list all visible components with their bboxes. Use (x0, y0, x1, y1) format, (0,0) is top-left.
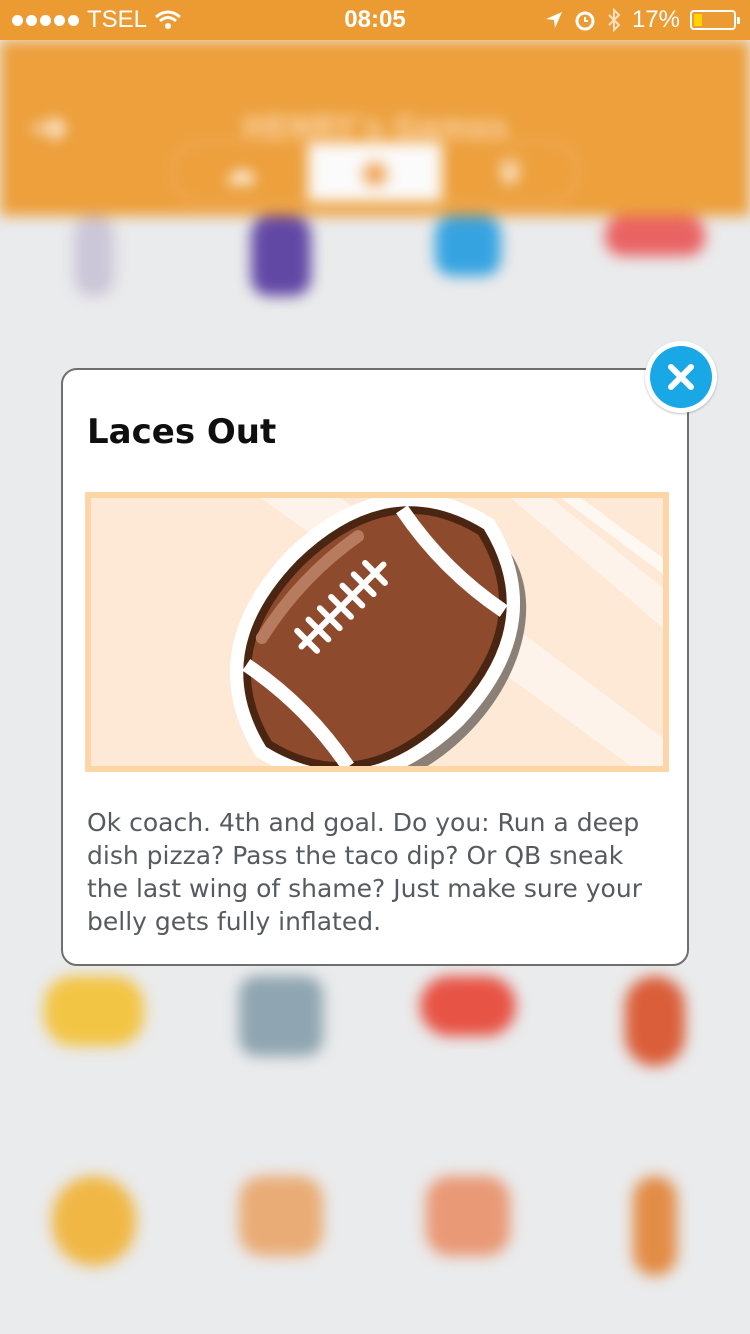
game-banner (85, 492, 669, 772)
battery-icon (690, 10, 740, 30)
bluetooth-icon (608, 8, 621, 32)
status-bar: TSEL 08:05 17% (0, 0, 750, 40)
alarm-icon (575, 11, 595, 31)
close-button[interactable] (645, 341, 717, 413)
status-right-group: 17% (544, 6, 740, 34)
battery-percent: 17% (631, 6, 680, 33)
location-icon (545, 12, 562, 28)
close-icon (650, 346, 712, 408)
game-info-modal: Laces Out Ok coach. 4th and goal. Do you… (61, 368, 689, 966)
modal-description: Ok coach. 4th and goal. Do you: Run a de… (87, 808, 642, 936)
football-icon (230, 498, 663, 766)
modal-title: Laces Out (87, 412, 277, 452)
